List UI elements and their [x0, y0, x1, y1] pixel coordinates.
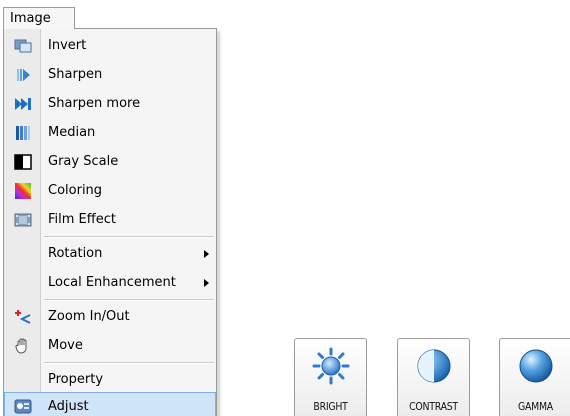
menu-item-label: Median — [48, 125, 96, 140]
image-menu-dropdown: Invert Sharpen Sharpen more Median Gray … — [3, 28, 217, 416]
menu-item-coloring[interactable]: Coloring — [4, 176, 216, 205]
menu-item-sharpen[interactable]: Sharpen — [4, 60, 216, 89]
menu-item-label: Invert — [48, 38, 87, 53]
menu-item-label: Sharpen more — [48, 96, 141, 111]
median-icon — [16, 126, 30, 140]
hand-move-icon — [15, 338, 27, 354]
zoom-icon — [15, 310, 31, 324]
menu-separator — [44, 299, 214, 301]
menu-image-header[interactable]: Image — [3, 7, 75, 29]
menu-item-label: Local Enhancement — [48, 275, 176, 290]
menu-item-zoom-in-out[interactable]: Zoom In/Out — [4, 302, 216, 331]
menu-item-label: Gray Scale — [48, 154, 119, 169]
gray-scale-icon — [14, 154, 32, 170]
menu-item-median[interactable]: Median — [4, 118, 216, 147]
screen: Image Invert Sharpen Sharpen more Median… — [0, 0, 570, 416]
adjust-icon — [14, 399, 32, 414]
menu-item-property[interactable]: Property — [4, 365, 216, 394]
menu-item-label: Film Effect — [48, 212, 116, 227]
menu-item-move[interactable]: Move — [4, 331, 216, 360]
contrast-icon — [417, 349, 451, 383]
menu-item-label: Coloring — [48, 183, 103, 198]
menu-item-film-effect[interactable]: Film Effect — [4, 205, 216, 234]
menu-separator — [44, 236, 214, 238]
menu-item-label: Property — [48, 372, 104, 387]
coloring-icon — [15, 183, 31, 199]
bright-button-label: BRIGHT — [313, 400, 348, 413]
contrast-button[interactable]: CONTRAST — [397, 338, 470, 416]
gamma-sphere-icon — [519, 349, 553, 383]
gamma-button[interactable]: GAMMA — [499, 338, 570, 416]
menu-item-label: Sharpen — [48, 67, 103, 82]
invert-icon — [14, 39, 32, 53]
submenu-arrow-icon — [204, 250, 209, 258]
menu-item-adjust[interactable]: Adjust — [4, 392, 216, 416]
bright-button[interactable]: BRIGHT — [294, 338, 367, 416]
sharpen-icon — [17, 69, 30, 81]
menu-item-label: Rotation — [48, 246, 103, 261]
menu-item-label: Move — [48, 338, 83, 353]
menu-item-invert[interactable]: Invert — [4, 31, 216, 60]
menu-item-label: Adjust — [48, 399, 89, 414]
brightness-sun-icon — [312, 347, 350, 385]
submenu-arrow-icon — [204, 279, 209, 287]
menu-item-gray-scale[interactable]: Gray Scale — [4, 147, 216, 176]
sharpen-more-icon — [15, 98, 31, 110]
menu-separator — [44, 362, 214, 364]
menu-item-label: Zoom In/Out — [48, 309, 130, 324]
menu-item-sharpen-more[interactable]: Sharpen more — [4, 89, 216, 118]
gamma-button-label: GAMMA — [518, 400, 553, 413]
contrast-button-label: CONTRAST — [409, 400, 458, 413]
film-effect-icon — [14, 213, 32, 227]
menu-item-local-enhancement[interactable]: Local Enhancement — [4, 268, 216, 297]
menu-item-rotation[interactable]: Rotation — [4, 239, 216, 268]
